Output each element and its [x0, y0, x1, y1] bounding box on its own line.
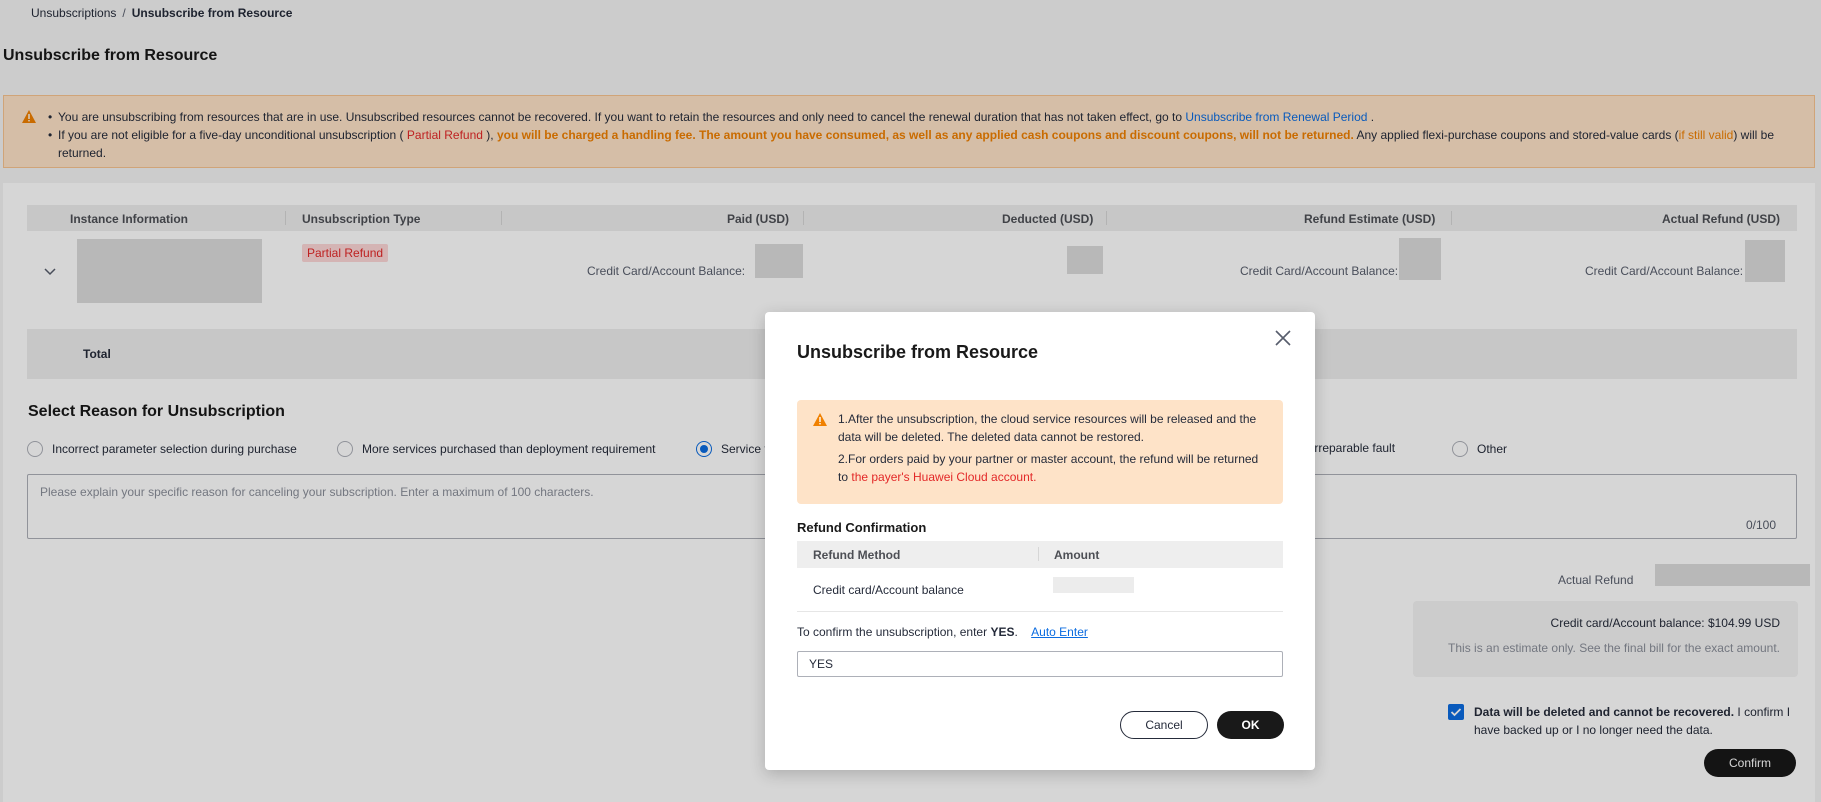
- modal-warning-1: 1.After the unsubscription, the cloud se…: [838, 412, 1257, 444]
- warning-icon: [813, 413, 827, 426]
- header-amount: Amount: [1054, 548, 1100, 562]
- ok-button[interactable]: OK: [1217, 711, 1284, 739]
- modal-warning-2: 2.For orders paid by your partner or mas…: [838, 452, 1259, 484]
- amount-redacted: [1053, 577, 1134, 593]
- auto-enter-link[interactable]: Auto Enter: [1031, 625, 1088, 639]
- refund-method-value: Credit card/Account balance: [813, 583, 964, 597]
- header-refund-method: Refund Method: [813, 548, 901, 562]
- modal-title: Unsubscribe from Resource: [797, 342, 1039, 362]
- confirm-yes-input[interactable]: [797, 651, 1283, 677]
- table-row: Credit card/Account balance: [797, 568, 1283, 612]
- cancel-button[interactable]: Cancel: [1120, 711, 1208, 739]
- close-icon[interactable]: [1273, 328, 1293, 348]
- refund-table-header: Refund Method Amount: [797, 541, 1283, 568]
- unsubscribe-modal: Unsubscribe from Resource 1.After the un…: [765, 312, 1315, 770]
- refund-table: Refund Method Amount Credit card/Account…: [797, 541, 1283, 612]
- refund-confirmation-title: Refund Confirmation: [797, 520, 927, 535]
- confirm-hint: To confirm the unsubscription, enter YES…: [797, 625, 1088, 639]
- modal-warning-alert: 1.After the unsubscription, the cloud se…: [797, 400, 1283, 504]
